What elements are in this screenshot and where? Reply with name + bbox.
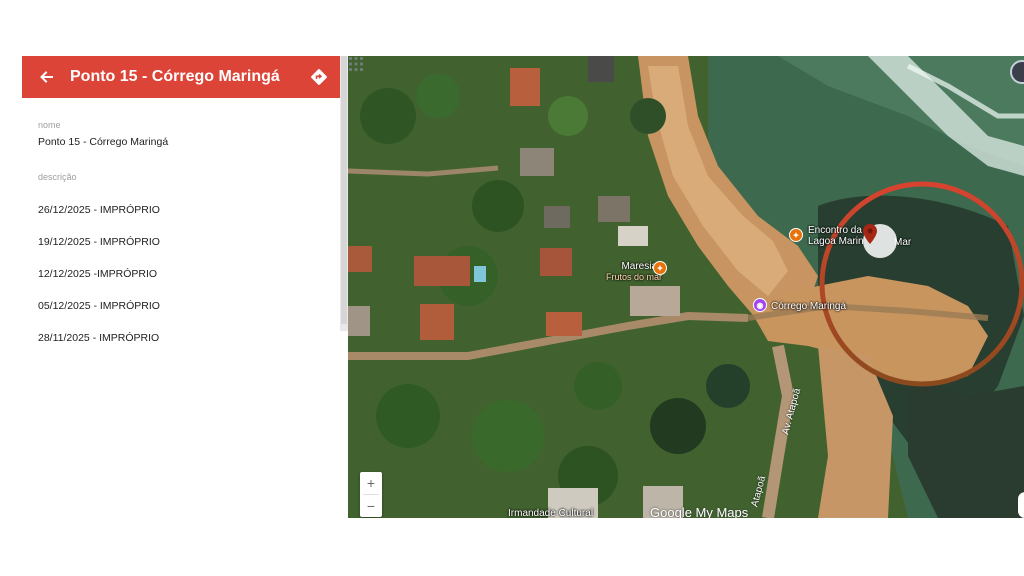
- restaurant-pin-icon[interactable]: ✦: [789, 228, 803, 242]
- directions-icon: [311, 69, 327, 85]
- description-line: 28/11/2025 - IMPRÓPRIO: [38, 332, 160, 344]
- page-title: Ponto 15 - Córrego Maringá: [70, 68, 280, 85]
- directions-button[interactable]: [298, 56, 340, 98]
- description-value: 26/12/2025 - IMPRÓPRIO 19/12/2025 - IMPR…: [38, 186, 328, 362]
- satellite-map[interactable]: ✦ Encontro da Lagoa Marin Mar Maresias F…: [348, 56, 1024, 518]
- google-my-maps-logo: Google My Maps: [650, 505, 749, 518]
- panel-scrollbar[interactable]: [340, 56, 348, 331]
- back-button[interactable]: [22, 56, 70, 98]
- description-line: 26/12/2025 - IMPRÓPRIO: [38, 204, 160, 216]
- description-line: 19/12/2025 - IMPRÓPRIO: [38, 236, 160, 248]
- satellite-imagery: [348, 56, 1024, 518]
- place-label-encontro[interactable]: Encontro da Lagoa Marin: [808, 225, 864, 247]
- name-label: nome: [38, 120, 61, 130]
- apps-grid-icon[interactable]: [348, 56, 364, 72]
- name-field: nome Ponto 15 - Córrego Maringá: [38, 119, 328, 150]
- map-pin-icon: [863, 224, 877, 244]
- screen: Ponto 15 - Córrego Maringá nome Ponto 15…: [0, 0, 1024, 576]
- camera-pin-icon[interactable]: ◉: [753, 298, 767, 312]
- description-line: 05/12/2025 - IMPRÓPRIO: [38, 300, 160, 312]
- description-field: descrição 26/12/2025 - IMPRÓPRIO 19/12/2…: [38, 171, 328, 362]
- arrow-left-icon: [40, 71, 53, 83]
- details-panel: Ponto 15 - Córrego Maringá nome Ponto 15…: [22, 56, 348, 518]
- zoom-in-button[interactable]: +: [360, 472, 382, 494]
- zoom-out-button[interactable]: −: [360, 495, 382, 517]
- map-edge-control[interactable]: [1018, 492, 1024, 518]
- place-label-corrego[interactable]: Córrego Maringá: [771, 301, 846, 312]
- panel-header: Ponto 15 - Córrego Maringá: [22, 56, 340, 98]
- restaurant-pin-icon[interactable]: ✦: [653, 261, 667, 275]
- place-label-irmandade[interactable]: Irmandade Cultural: [508, 508, 593, 518]
- location-marker[interactable]: [863, 224, 897, 258]
- name-value: Ponto 15 - Córrego Maringá: [38, 136, 169, 148]
- scrollbar-thumb[interactable]: [341, 56, 347, 324]
- zoom-control: + −: [360, 472, 382, 517]
- description-label: descrição: [38, 172, 77, 182]
- description-line: 12/12/2025 -IMPRÓPRIO: [38, 268, 158, 280]
